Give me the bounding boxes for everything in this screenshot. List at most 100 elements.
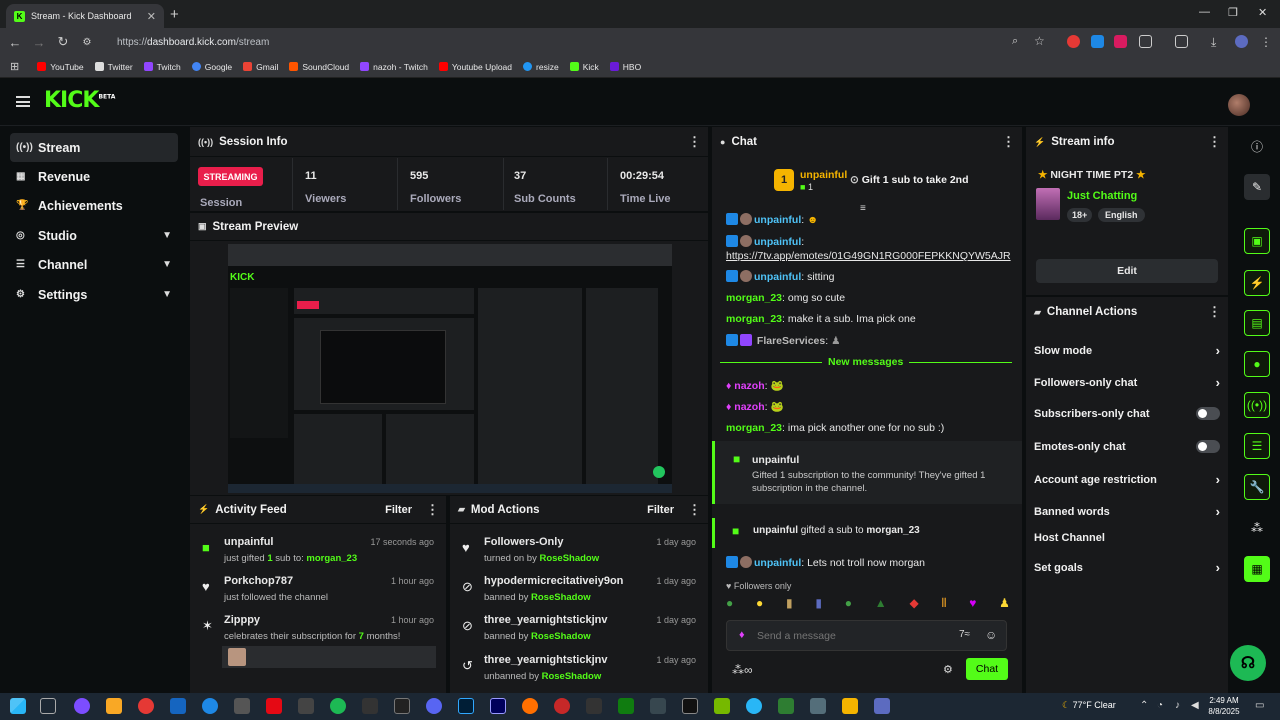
emote-icon[interactable]: ⫴ (941, 596, 946, 614)
wifi-icon[interactable]: ◔ (1157, 700, 1163, 711)
wrench-icon[interactable]: 🔧 (1244, 474, 1270, 500)
app-icon[interactable] (554, 698, 570, 714)
photoshop-icon[interactable] (458, 698, 474, 714)
nav-item-achievements[interactable]: 🏆 Achievements (10, 191, 178, 220)
bookmark-hbo[interactable]: HBO (609, 62, 641, 72)
apps-grid-icon[interactable]: ⊞ (10, 60, 19, 73)
app-icon[interactable] (810, 698, 826, 714)
minimize-button[interactable]: — (1199, 6, 1210, 18)
premiere-icon[interactable] (490, 698, 506, 714)
stream-preview-video[interactable]: KICK (228, 244, 672, 493)
app-icon[interactable] (746, 698, 762, 714)
banned-words-action[interactable]: Banned words › (1034, 504, 1220, 519)
more-options-icon[interactable]: ⋮ (1208, 134, 1221, 150)
volume-icon[interactable]: ◀ (1191, 700, 1199, 711)
start-icon[interactable] (10, 698, 26, 714)
clapperboard-icon[interactable]: ▦ (1244, 556, 1270, 582)
task-view-icon[interactable] (40, 698, 56, 714)
user-avatar[interactable] (1228, 94, 1250, 116)
nav-item-channel[interactable]: ☰ Channel ▼ (10, 250, 178, 279)
sidepanel-icon[interactable] (1175, 35, 1188, 48)
copilot-icon[interactable] (74, 698, 90, 714)
nvidia-icon[interactable] (714, 698, 730, 714)
emote-icon[interactable]: ♥ (969, 596, 976, 614)
bookmark-nazoh-twitch[interactable]: nazoh - Twitch (360, 62, 428, 72)
host-channel-action[interactable]: Host Channel (1034, 532, 1220, 544)
notification-icon[interactable]: ▭ (1255, 700, 1264, 711)
emote-icon[interactable]: ▮ (815, 596, 822, 614)
seventv-emote-icon[interactable]: 7≈ (959, 629, 970, 640)
subscribers-only-toggle[interactable] (1196, 407, 1220, 420)
help-chat-button[interactable]: ☊ (1230, 645, 1266, 681)
integrations-icon[interactable]: ⁂ (1244, 515, 1270, 541)
slow-mode-action[interactable]: Slow mode › (1034, 343, 1220, 358)
nav-item-studio[interactable]: ◎ Studio ▼ (10, 221, 178, 250)
emotes-only-toggle[interactable] (1196, 440, 1220, 453)
menu-icon[interactable] (16, 96, 30, 107)
app-icon[interactable] (522, 698, 538, 714)
clock[interactable]: 2:49 AM 8/8/2025 (1206, 695, 1242, 717)
nav-item-stream[interactable]: ((•)) Stream (10, 133, 178, 162)
collapse-icon[interactable]: ≡ (860, 203, 866, 214)
maximize-button[interactable]: ❐ (1228, 6, 1238, 19)
filter-button[interactable]: Filter (647, 504, 674, 516)
browser-tab[interactable]: K Stream - Kick Dashboard ✕ (6, 4, 164, 28)
preview-icon[interactable]: ▣ (1244, 228, 1270, 254)
extensions-puzzle-icon[interactable] (1139, 35, 1152, 48)
download-icon[interactable]: ⤓ (1211, 35, 1224, 49)
emote-icon[interactable]: ♟ (999, 596, 1010, 614)
app-icon[interactable] (298, 698, 314, 714)
new-messages-label[interactable]: New messages (822, 356, 910, 368)
broadcast-icon[interactable]: ((•)) (1244, 392, 1270, 418)
chat-link[interactable]: https://7tv.app/emotes/01G49GN1RG000FEPK… (726, 250, 1011, 262)
bookmark-google[interactable]: Google (191, 62, 232, 72)
emote-icon[interactable]: ● (845, 596, 852, 614)
bookmark-resize[interactable]: resize (523, 62, 559, 72)
mod-actions-icon[interactable]: ☰ (1244, 433, 1270, 459)
bookmark-star-icon[interactable]: ☆ (1034, 34, 1045, 48)
extension-icon[interactable] (1091, 35, 1104, 48)
chat-settings-gear-icon[interactable]: ⚙ (943, 663, 953, 676)
emote-icon[interactable]: ▲ (875, 596, 887, 614)
chrome-icon[interactable] (138, 698, 154, 714)
followers-only-chat-action[interactable]: Followers-only chat › (1034, 375, 1220, 390)
app-icon[interactable] (842, 698, 858, 714)
category-link[interactable]: Just Chatting (1067, 190, 1137, 202)
bookmark-gmail[interactable]: Gmail (243, 62, 278, 72)
channel-points-icon[interactable]: ⁂∞ (732, 663, 753, 677)
more-options-icon[interactable]: ⋮ (688, 502, 701, 518)
filter-button[interactable]: Filter (385, 504, 412, 516)
netflix-icon[interactable] (266, 698, 282, 714)
spotify-icon[interactable] (330, 698, 346, 714)
app-icon[interactable] (778, 698, 794, 714)
kick-logo[interactable]: KICKBETA (44, 88, 115, 113)
info-icon[interactable]: ⓘ (1244, 133, 1270, 159)
capcut-icon[interactable] (682, 698, 698, 714)
back-icon[interactable]: ← (3, 35, 27, 50)
discord-icon[interactable] (426, 698, 442, 714)
emote-icon[interactable]: ● (756, 596, 763, 614)
emote-icon[interactable]: ◆ (909, 596, 918, 614)
new-tab-button[interactable]: + (170, 6, 179, 23)
extension-icon[interactable] (1114, 35, 1127, 48)
profile-avatar-icon[interactable] (1235, 35, 1248, 48)
extension-icon[interactable] (1067, 35, 1080, 48)
epic-games-icon[interactable] (394, 698, 410, 714)
emote-icon[interactable]: ● (726, 596, 733, 614)
bookmark-youtube[interactable]: YouTube (37, 62, 84, 72)
emoji-icon[interactable]: ☺ (985, 628, 997, 642)
bookmark-twitter[interactable]: Twitter (94, 62, 133, 72)
pinned-user[interactable]: unpainful (800, 169, 847, 181)
more-options-icon[interactable]: ⋮ (688, 134, 701, 150)
zoom-icon[interactable]: ⌕ (1012, 35, 1018, 48)
steam-icon[interactable] (170, 698, 186, 714)
close-tab-icon[interactable]: ✕ (147, 10, 156, 23)
nav-item-revenue[interactable]: ▦ Revenue (10, 162, 178, 191)
forward-icon[interactable]: → (27, 35, 51, 50)
set-goals-action[interactable]: Set goals › (1034, 560, 1220, 575)
more-options-icon[interactable]: ⋮ (426, 502, 439, 518)
emote-icon[interactable]: ▮ (786, 596, 793, 614)
account-age-restriction-action[interactable]: Account age restriction › (1034, 472, 1220, 487)
bookmark-youtube-upload[interactable]: Youtube Upload (438, 62, 512, 72)
site-info-icon[interactable]: ⚙ (75, 37, 99, 48)
